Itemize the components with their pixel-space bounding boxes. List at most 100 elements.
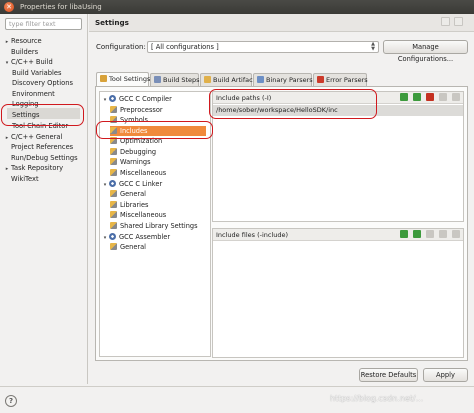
tool-tree-item[interactable]: ▾ GCC C Compiler — [101, 94, 175, 105]
restore-defaults-button[interactable]: Restore Defaults — [359, 368, 418, 382]
add-workspace-icon[interactable] — [413, 230, 421, 238]
nav-item[interactable]: Build Variables — [12, 68, 61, 79]
separator — [0, 386, 474, 387]
tool-tree-label: Libraries — [120, 200, 149, 209]
tool-tree-item[interactable]: Libraries — [110, 200, 151, 211]
add-icon[interactable] — [400, 93, 408, 101]
tool-tree-label: Debugging — [120, 147, 157, 156]
tool-tree-label: Miscellaneous — [120, 168, 167, 177]
tool-tree-item[interactable]: Preprocessor — [110, 105, 166, 116]
expanded-arrow-icon[interactable]: ▾ — [101, 95, 109, 106]
nav-item-label: Environment — [12, 89, 55, 98]
nav-item-label: Discovery Options — [12, 79, 73, 87]
add-icon[interactable] — [400, 230, 408, 238]
option-category-icon — [110, 211, 117, 218]
tab-label: Build Artifact — [213, 76, 256, 84]
tool-tree-label: GCC C Compiler — [119, 95, 172, 103]
tab[interactable]: Binary Parsers — [253, 73, 313, 86]
tool-tree-item[interactable]: Warnings — [110, 157, 154, 168]
page-title: Settings — [89, 14, 474, 32]
nav-item-label: WikiText — [11, 174, 39, 183]
tool-tree-item[interactable]: ▾ GCC C Linker — [101, 179, 165, 190]
tool-gear-icon — [109, 179, 116, 187]
filter-input[interactable]: type filter text — [5, 18, 82, 30]
tool-tree-item[interactable]: General — [110, 242, 149, 253]
tab-label: Binary Parsers — [266, 76, 313, 84]
window-titlebar: ✕ Properties for libaUsing — [0, 0, 474, 14]
nav-item-label: C/C++ General — [11, 132, 63, 141]
tool-tree-label: Preprocessor — [120, 105, 163, 114]
add-workspace-icon[interactable] — [413, 93, 421, 101]
move-up-icon[interactable] — [452, 93, 460, 101]
nav-item[interactable]: WikiText — [3, 174, 39, 185]
tool-tree-item[interactable]: Miscellaneous — [110, 210, 169, 221]
back-icon[interactable] — [441, 17, 450, 26]
edit-icon[interactable] — [439, 230, 447, 238]
forward-icon[interactable] — [454, 17, 463, 26]
tool-tree-label: Warnings — [120, 158, 151, 166]
window-title: Properties for libaUsing — [20, 3, 102, 11]
annotation-ring-settings — [1, 104, 84, 126]
nav-item[interactable]: Environment — [12, 89, 55, 100]
configuration-label: Configuration: — [96, 43, 146, 51]
nav-item[interactable]: ▸ Resource — [3, 36, 42, 47]
tab-icon — [257, 76, 264, 83]
tool-tree-item[interactable]: Miscellaneous — [110, 168, 169, 179]
help-icon[interactable]: ? — [5, 395, 17, 407]
tool-tree-item[interactable]: ▾ GCC Assembler — [101, 232, 173, 243]
tool-tree-label: GCC C Linker — [119, 179, 163, 188]
nav-item-label: C/C++ Build — [11, 58, 53, 66]
annotation-ring-include-path — [209, 89, 377, 119]
annotation-ring-includes — [96, 121, 213, 139]
nav-item-label: Run/Debug Settings — [11, 153, 78, 162]
tab-icon — [154, 76, 161, 83]
nav-item[interactable]: ▸ Task Repository — [3, 163, 63, 174]
option-category-icon — [110, 190, 117, 197]
expanded-arrow-icon[interactable]: ▾ — [3, 58, 11, 69]
tab[interactable]: Build Artifact — [200, 73, 256, 86]
edit-icon[interactable] — [439, 93, 447, 101]
delete-icon[interactable] — [426, 230, 434, 238]
tab-icon — [100, 75, 107, 82]
include-files-list: Include files (-include) — [212, 228, 464, 358]
nav-item-label: Build Variables — [12, 68, 62, 77]
nav-item-label: Builders — [11, 47, 39, 56]
nav-item[interactable]: Run/Debug Settings — [3, 153, 78, 164]
sash[interactable] — [87, 14, 88, 384]
nav-item[interactable]: ▸ C/C++ General — [3, 132, 63, 143]
tab[interactable]: Error Parsers — [313, 73, 368, 86]
tool-gear-icon — [109, 95, 116, 102]
option-category-icon — [110, 243, 117, 250]
configuration-select[interactable]: [ All configurations ] ▲ ▼ — [147, 41, 379, 53]
tool-gear-icon — [109, 232, 116, 240]
tab-icon — [204, 76, 211, 83]
apply-button[interactable]: Apply — [423, 368, 468, 382]
tab[interactable]: Tool Settings — [96, 72, 151, 87]
nav-item[interactable]: Discovery Options — [12, 78, 73, 89]
option-category-icon — [110, 105, 117, 113]
option-category-icon — [110, 158, 117, 165]
delete-icon[interactable] — [426, 93, 434, 101]
watermark: https://blog.csdn.net/... — [330, 394, 424, 403]
option-category-icon — [110, 200, 117, 208]
tool-tree-item[interactable]: General — [110, 189, 149, 200]
tab-label: Error Parsers — [326, 76, 368, 84]
close-icon[interactable]: ✕ — [4, 2, 14, 12]
move-up-icon[interactable] — [452, 230, 460, 238]
nav-item[interactable]: Project References — [3, 142, 73, 153]
nav-item-label: Task Repository — [11, 164, 64, 172]
tool-tree-item[interactable]: Shared Library Settings — [110, 221, 201, 232]
tab-label: Tool Settings — [109, 75, 151, 83]
nav-item-label: Project References — [11, 143, 74, 151]
tool-tree-item[interactable]: Debugging — [110, 147, 159, 158]
combo-arrows-icon: ▲ ▼ — [371, 41, 375, 52]
nav-item[interactable]: ▾ C/C++ Build — [3, 57, 53, 68]
tool-tree-label: Shared Library Settings — [120, 221, 198, 230]
expanded-arrow-icon[interactable]: ▾ — [101, 180, 109, 191]
nav-item-label: Resource — [11, 37, 42, 45]
manage-configurations-button[interactable]: Manage Configurations... — [383, 40, 468, 63]
nav-item[interactable]: Builders — [3, 47, 38, 58]
tab[interactable]: Build Steps — [150, 73, 200, 86]
tool-tree-label: Miscellaneous — [120, 211, 167, 219]
expanded-arrow-icon[interactable]: ▾ — [101, 233, 109, 244]
